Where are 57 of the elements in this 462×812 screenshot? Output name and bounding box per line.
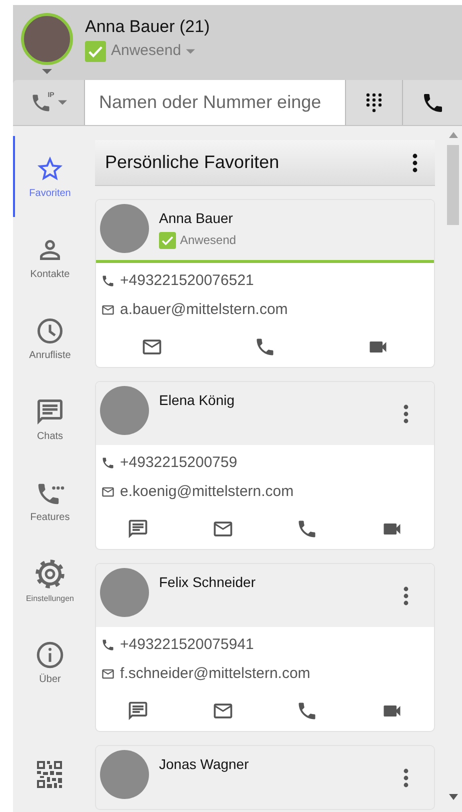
sidebar-tab[interactable]: Über	[13, 622, 85, 703]
presence-label: Anwesend	[180, 232, 236, 249]
contact-name: Jonas Wagner	[159, 756, 250, 773]
sidebar-tab[interactable]: Features	[13, 460, 85, 541]
contact-card[interactable]: Elena König +4932215200759 e.koenig@mittelstern.com	[95, 381, 435, 550]
phone-number[interactable]: +4932215200759	[120, 452, 238, 474]
sidebar-tab[interactable]: Kontakte	[13, 217, 85, 298]
more-icon	[403, 586, 409, 606]
chat-icon	[127, 518, 150, 540]
more-icon	[403, 768, 409, 788]
mail-icon	[101, 484, 115, 499]
contact-card[interactable]: Felix Schneider +493221520075941 f.schneider@mittelstern.com	[95, 563, 435, 732]
contact-name: Elena König	[159, 392, 236, 409]
scrollbar-thumb[interactable]	[447, 145, 459, 225]
phone-icon	[101, 638, 115, 652]
contact-avatar	[100, 750, 149, 799]
more-icon	[412, 152, 418, 172]
email-address[interactable]: a.bauer@mittelstern.com	[120, 298, 288, 321]
contact-card[interactable]: Anna Bauer Anwesend +493221520076521 a.bauer@mittelstern.com	[95, 199, 435, 368]
user-name: Anna Bauer (21)	[85, 16, 210, 38]
phone-icon	[296, 518, 318, 540]
mail-icon	[101, 666, 115, 681]
dialpad-icon	[364, 92, 384, 113]
sidebar-tab[interactable]: Chats	[13, 379, 85, 460]
mail-icon	[101, 302, 115, 317]
email-address[interactable]: f.schneider@mittelstern.com	[120, 662, 310, 685]
info-icon	[35, 640, 65, 670]
caret-icon	[186, 48, 196, 54]
phone-number[interactable]: +493221520076521	[120, 270, 254, 292]
contact-name: Anna Bauer	[159, 210, 234, 227]
section-title: Persönliche Favoriten	[105, 151, 280, 174]
settings-icon	[35, 558, 65, 588]
dialpad-button[interactable]	[345, 80, 403, 125]
contact-avatar	[100, 204, 149, 253]
sidebar-tab[interactable]: Einstellungen	[13, 541, 85, 622]
user-avatar[interactable]	[21, 13, 73, 65]
phone-icon	[296, 700, 318, 722]
contact-card[interactable]: Jonas Wagner	[95, 745, 435, 810]
chat-icon	[127, 700, 150, 722]
caret-icon	[58, 100, 68, 105]
contact-avatar	[100, 386, 149, 435]
call-button[interactable]	[403, 80, 462, 125]
caret-icon	[42, 69, 52, 74]
sidebar-tab[interactable]: Anrufliste	[13, 298, 85, 379]
phone-icon	[101, 274, 115, 288]
phone-icon	[101, 456, 115, 470]
contact-name: Felix Schneider	[159, 574, 256, 591]
contact-avatar	[100, 568, 149, 617]
chat-icon	[35, 396, 65, 426]
email-address[interactable]: e.koenig@mittelstern.com	[120, 480, 294, 503]
qr-code-icon[interactable]	[36, 761, 62, 788]
scroll-down-arrow-icon[interactable]	[449, 794, 458, 800]
sidebar-tab[interactable]: Favoriten	[13, 136, 85, 217]
search-field[interactable]: Namen oder Nummer einge	[85, 80, 345, 125]
phone-number[interactable]: +493221520075941	[120, 634, 254, 656]
more-icon	[403, 404, 409, 424]
clock-icon	[35, 316, 65, 346]
